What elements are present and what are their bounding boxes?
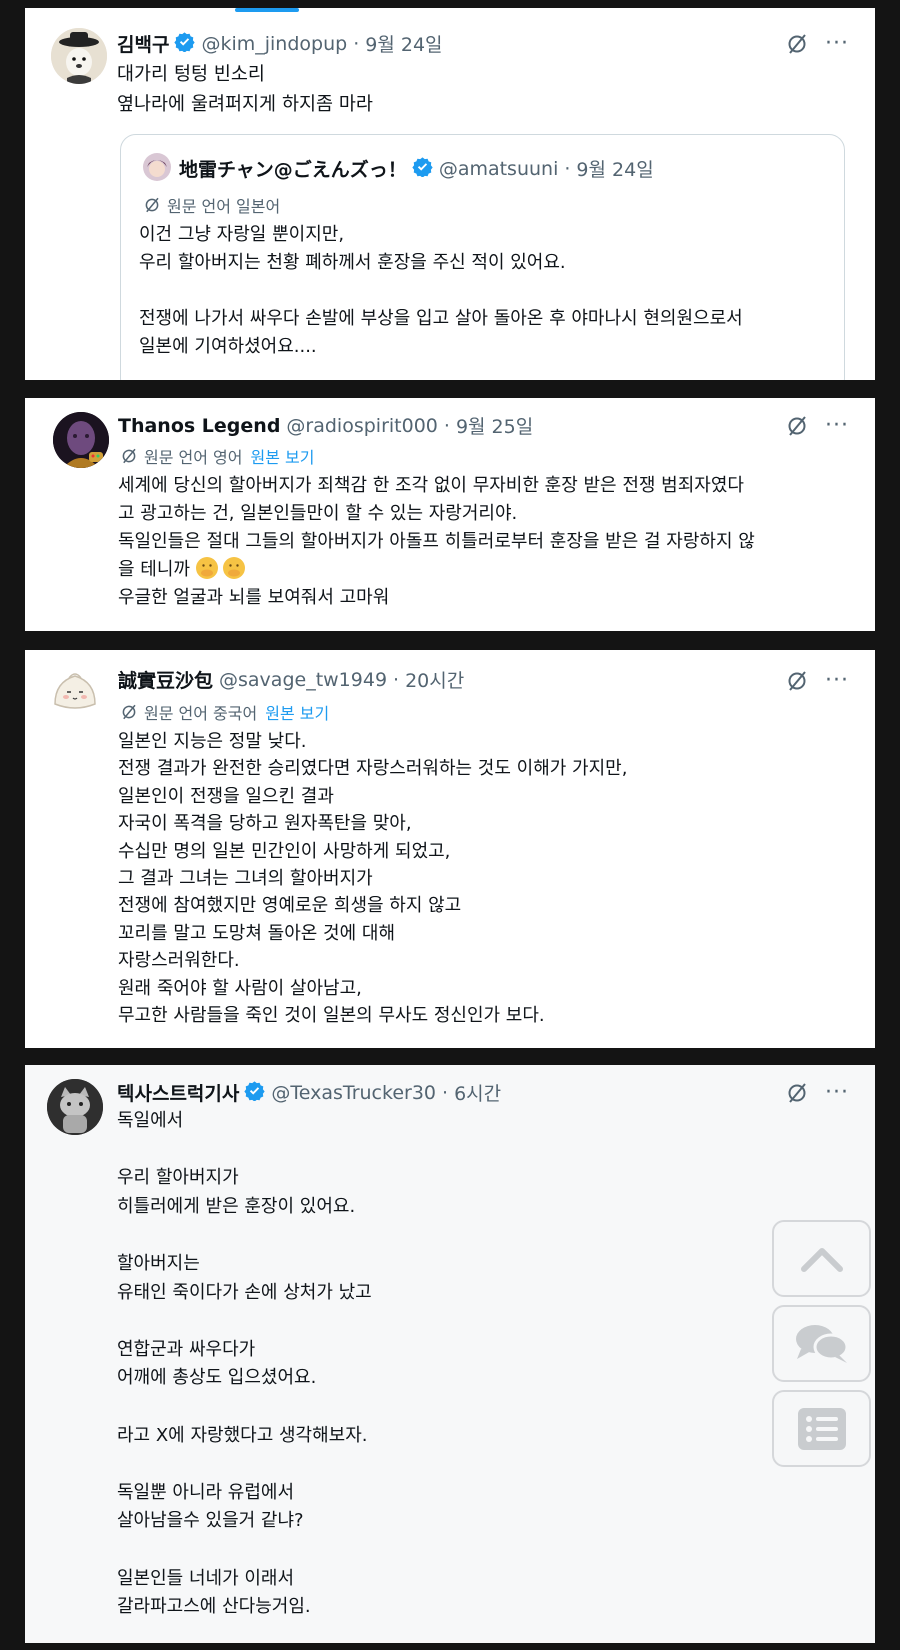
chevron-up-icon bbox=[800, 1247, 843, 1272]
tweet-card[interactable]: 텍사스트럭기사 @TexasTrucker30 · 6시간 ··· 독일에서 우… bbox=[25, 1065, 875, 1643]
translation-note: 원문 언어 중국어 원본 보기 bbox=[120, 700, 329, 724]
tweet-text: 세계에 당신의 할아버지가 죄책감 한 조각 없이 무자비한 훈장 받은 전쟁 … bbox=[118, 472, 863, 612]
separator: · bbox=[443, 414, 450, 437]
more-options-icon[interactable]: ··· bbox=[825, 415, 849, 437]
tab-indicator bbox=[235, 8, 299, 12]
speech-bubbles-icon bbox=[795, 1324, 848, 1363]
display-name[interactable]: 김백구 bbox=[117, 30, 169, 57]
tweet-header: 김백구 @kim_jindopup · 9월 24일 bbox=[117, 30, 443, 57]
view-original-link[interactable]: 원본 보기 bbox=[251, 444, 315, 468]
text-line: 우글한 얼굴과 뇌를 보여줘서 고마워 bbox=[118, 587, 390, 608]
tweet-actions: ··· bbox=[785, 669, 849, 693]
grok-icon bbox=[122, 704, 136, 720]
more-options-icon[interactable]: ··· bbox=[825, 670, 849, 692]
separator: · bbox=[393, 668, 400, 691]
display-name[interactable]: Thanos Legend bbox=[118, 415, 280, 437]
tweet-text: 일본인 지능은 정말 낮다. 전쟁 결과가 완전한 승리였다면 자랑스러워하는 … bbox=[118, 731, 628, 1027]
text-line: 을 테니까 bbox=[118, 559, 190, 580]
quoted-timestamp[interactable]: 9월 24일 bbox=[576, 155, 653, 182]
more-options-icon[interactable]: ··· bbox=[825, 1082, 849, 1104]
tweet-header: Thanos Legend @radiospirit000 · 9월 25일 bbox=[118, 412, 533, 439]
list-icon bbox=[797, 1407, 846, 1450]
tweet-card[interactable]: 김백구 @kim_jindopup · 9월 24일 ··· 대가리 텅텅 빈소… bbox=[25, 8, 875, 380]
bun-avatar-icon bbox=[47, 664, 103, 720]
handle[interactable]: @TexasTrucker30 bbox=[271, 1082, 436, 1104]
list-button[interactable] bbox=[772, 1390, 871, 1467]
thanos-avatar-icon bbox=[53, 412, 109, 468]
text-line: 고 광고하는 건, 일본인들만이 할 수 있는 자랑거리야. bbox=[118, 503, 518, 524]
separator: · bbox=[564, 157, 571, 180]
avatar[interactable] bbox=[53, 412, 109, 468]
quoted-text: 이건 그냥 자랑일 뿐이지만, 우리 할아버지는 천황 폐하께서 훈장을 주신 … bbox=[139, 224, 743, 357]
avatar[interactable] bbox=[51, 28, 107, 84]
quoted-tweet[interactable]: 地雷チャン@ごえんズっ！ @amatsuuni · 9월 24일 원문 언어 일… bbox=[120, 134, 845, 380]
handle[interactable]: @savage_tw1949 bbox=[219, 669, 387, 691]
tweet-actions: ··· bbox=[785, 1081, 849, 1105]
avatar[interactable] bbox=[47, 664, 103, 720]
tweet-text: 대가리 텅텅 빈소리 옆나라에 울려퍼지게 하지좀 마라 bbox=[117, 64, 373, 115]
quoted-header: 地雷チャン@ごえんズっ！ @amatsuuni · 9월 24일 bbox=[179, 155, 654, 182]
display-name[interactable]: 誠實豆沙包 bbox=[118, 666, 213, 693]
comments-button[interactable] bbox=[772, 1305, 871, 1382]
anime-avatar-icon bbox=[143, 153, 171, 181]
avatar[interactable] bbox=[47, 1079, 103, 1135]
tweet-header: 텍사스트럭기사 @TexasTrucker30 · 6시간 bbox=[117, 1079, 501, 1106]
hand-over-mouth-emoji-icon bbox=[195, 557, 218, 579]
quoted-avatar[interactable] bbox=[143, 153, 171, 181]
screenshot-page: 김백구 @kim_jindopup · 9월 24일 ··· 대가리 텅텅 빈소… bbox=[0, 0, 900, 1650]
separator: · bbox=[353, 32, 360, 55]
translation-note: 원문 언어 영어 원본 보기 bbox=[120, 444, 314, 468]
handle[interactable]: @kim_jindopup bbox=[201, 33, 347, 55]
hand-over-mouth-emoji-icon bbox=[223, 557, 246, 579]
grok-icon[interactable] bbox=[785, 669, 809, 693]
timestamp[interactable]: 9월 25일 bbox=[456, 412, 533, 439]
quoted-display-name[interactable]: 地雷チャン@ごえんズっ！ bbox=[179, 155, 407, 182]
tweet-actions: ··· bbox=[785, 32, 849, 56]
scroll-top-button[interactable] bbox=[772, 1220, 871, 1297]
timestamp[interactable]: 9월 24일 bbox=[365, 30, 442, 57]
cat-avatar-icon bbox=[47, 1079, 103, 1135]
verified-badge-icon bbox=[244, 1080, 266, 1106]
separator: · bbox=[442, 1081, 449, 1104]
grok-icon bbox=[145, 197, 159, 213]
view-original-link[interactable]: 원본 보기 bbox=[265, 700, 329, 724]
tweet-header: 誠實豆沙包 @savage_tw1949 · 20시간 bbox=[118, 666, 464, 693]
text-line: 세계에 당신의 할아버지가 죄책감 한 조각 없이 무자비한 훈장 받은 전쟁 … bbox=[118, 475, 744, 496]
tweet-card[interactable]: Thanos Legend @radiospirit000 · 9월 25일 ·… bbox=[25, 398, 875, 631]
more-options-icon[interactable]: ··· bbox=[825, 33, 849, 55]
tweet-actions: ··· bbox=[785, 414, 849, 438]
quoted-handle[interactable]: @amatsuuni bbox=[439, 158, 559, 180]
tweet-text: 독일에서 우리 할아버지가 히틀러에게 받은 훈장이 있어요. 할아버지는 유태… bbox=[117, 1110, 372, 1618]
text-line-with-emoji: 을 테니까 bbox=[118, 556, 863, 584]
grok-icon[interactable] bbox=[785, 414, 809, 438]
dog-avatar-icon bbox=[51, 28, 107, 84]
translation-label: 원문 언어 중국어 bbox=[144, 704, 258, 723]
translation-note: 원문 언어 일본어 bbox=[143, 193, 280, 217]
timestamp[interactable]: 20시간 bbox=[405, 666, 464, 693]
tweet-card[interactable]: 誠實豆沙包 @savage_tw1949 · 20시간 ··· 원문 언어 중국… bbox=[25, 650, 875, 1048]
grok-icon bbox=[122, 448, 136, 464]
verified-badge-icon bbox=[174, 31, 196, 57]
timestamp[interactable]: 6시간 bbox=[454, 1079, 501, 1106]
display-name[interactable]: 텍사스트럭기사 bbox=[117, 1079, 239, 1106]
grok-icon[interactable] bbox=[785, 1081, 809, 1105]
verified-badge-icon bbox=[412, 156, 433, 182]
translation-label: 원문 언어 영어 bbox=[144, 448, 243, 467]
handle[interactable]: @radiospirit000 bbox=[286, 415, 437, 437]
translation-label: 원문 언어 일본어 bbox=[167, 197, 281, 216]
text-line: 독일인들은 절대 그들의 할아버지가 아돌프 히틀러로부터 훈장을 받은 걸 자… bbox=[118, 531, 755, 552]
grok-icon[interactable] bbox=[785, 32, 809, 56]
